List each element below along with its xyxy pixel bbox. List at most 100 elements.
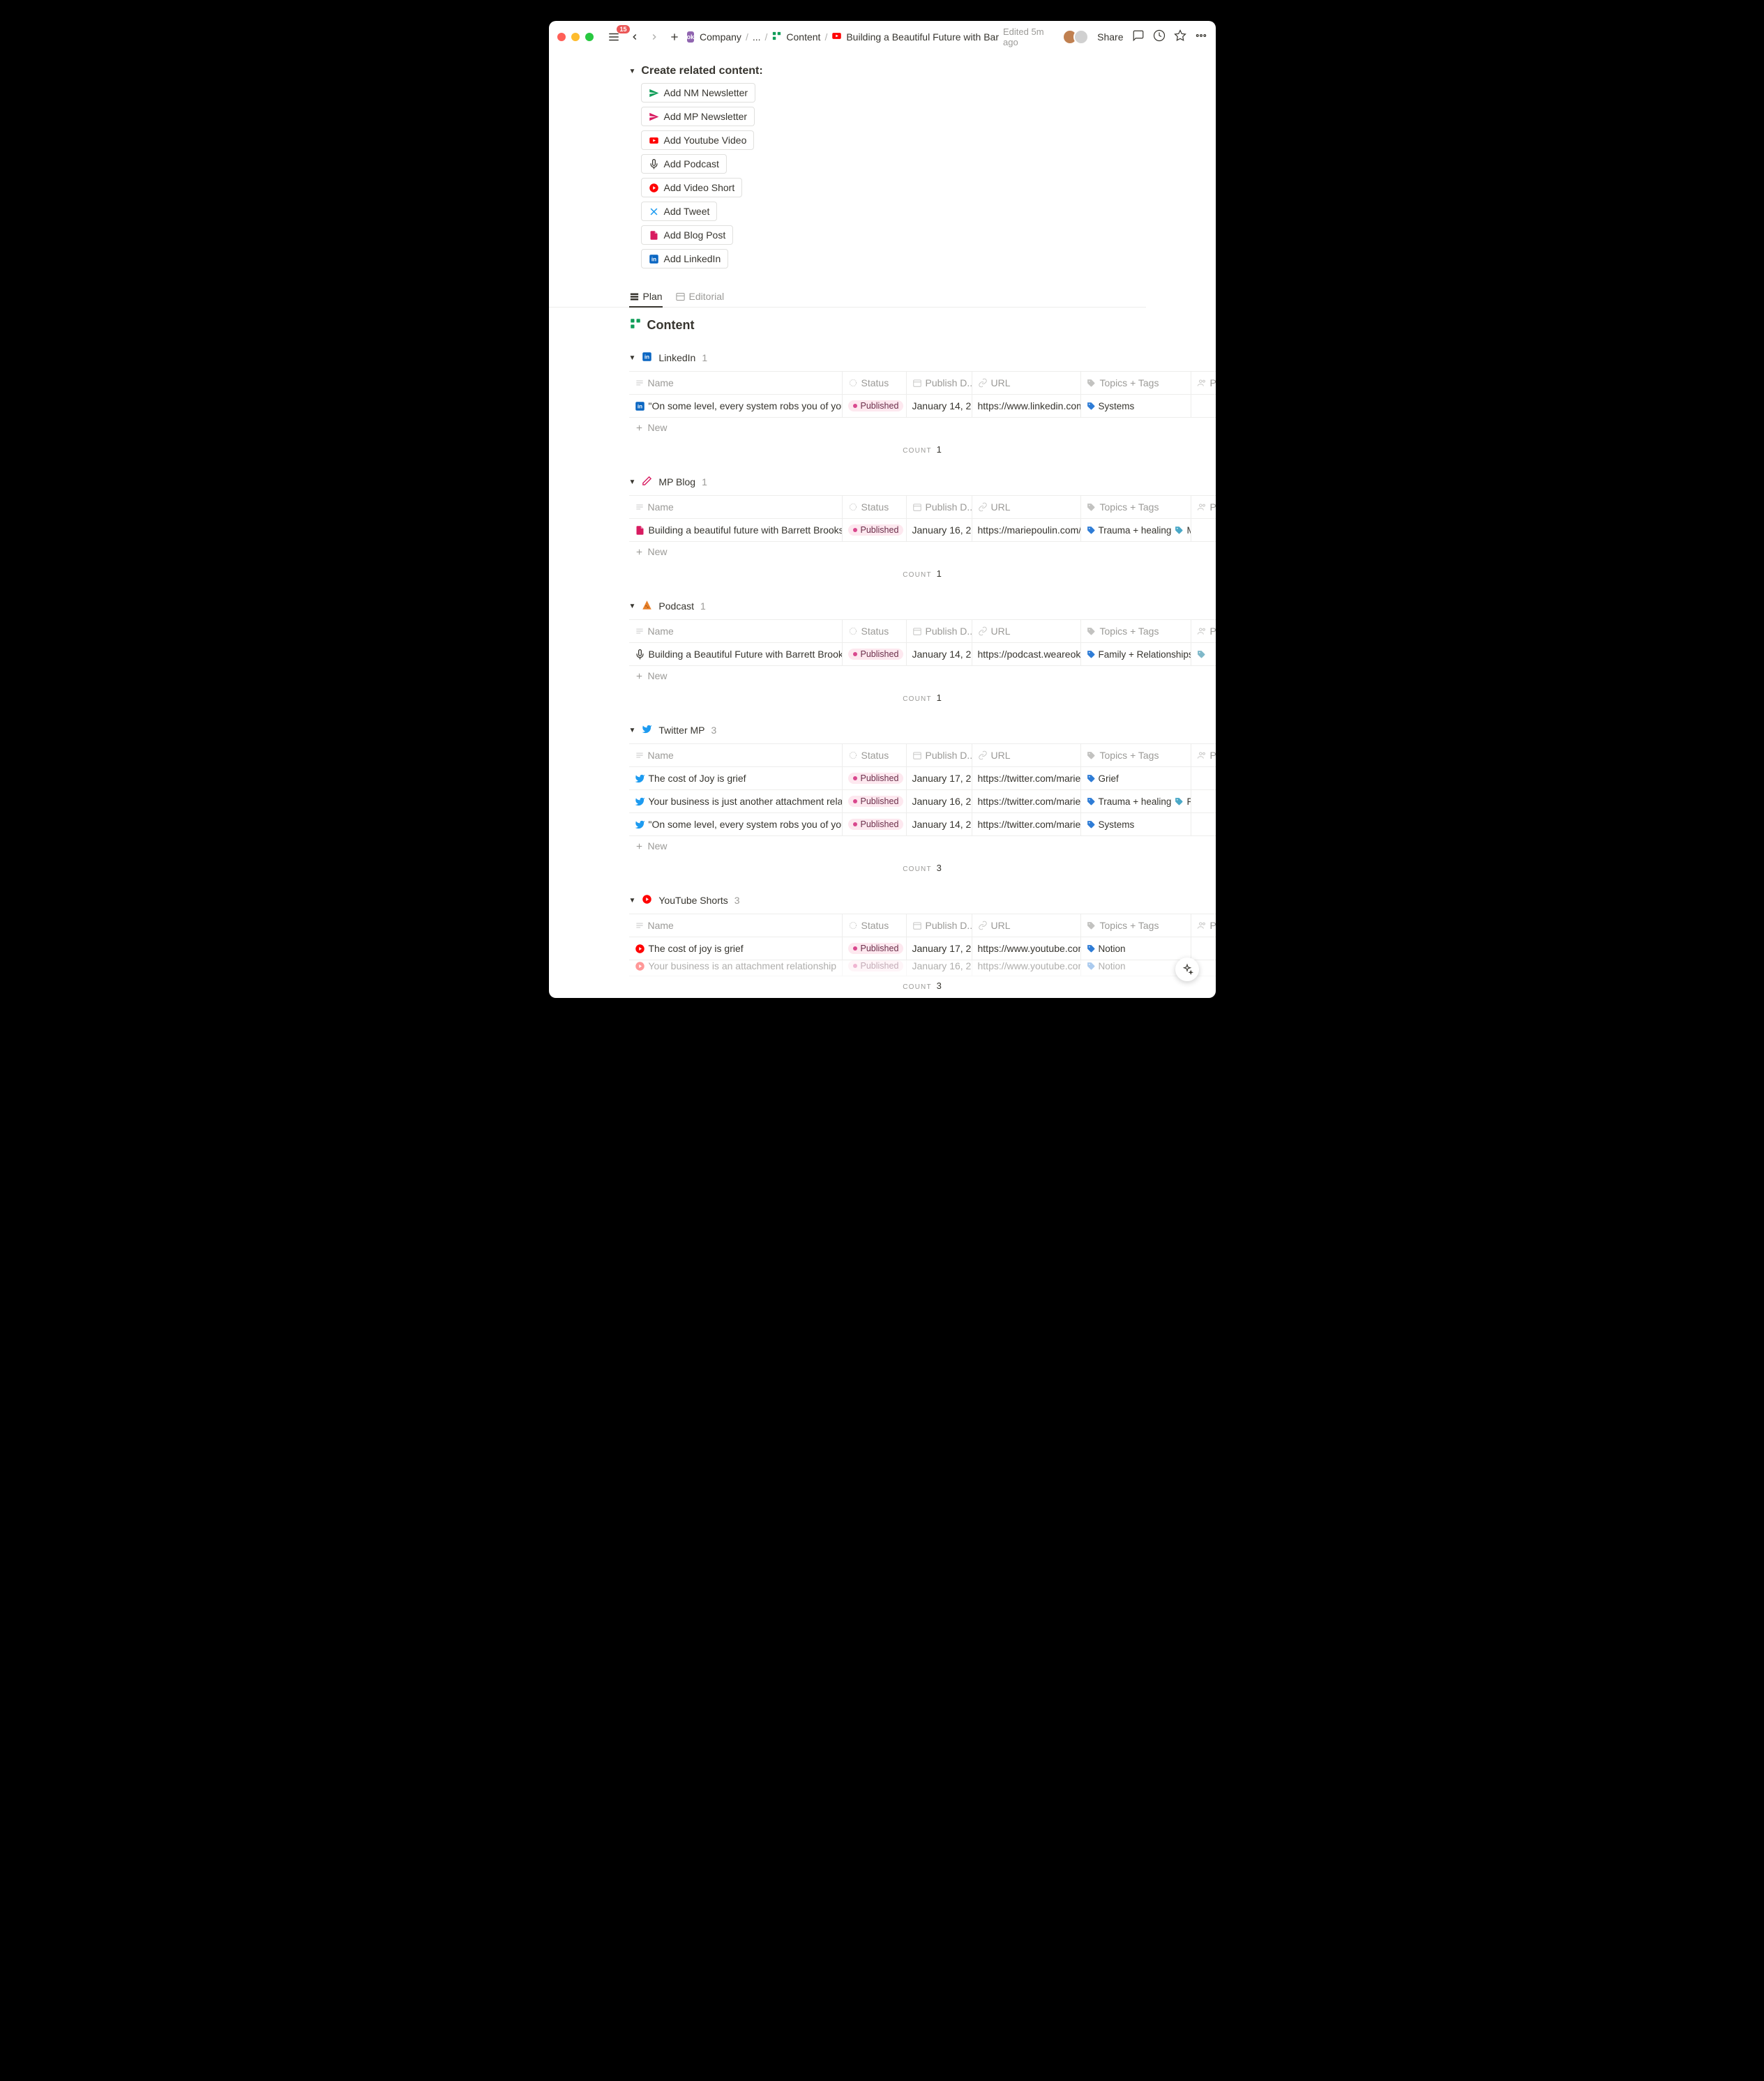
add-button-add-video-short[interactable]: Add Video Short xyxy=(641,178,743,197)
add-button-add-tweet[interactable]: Add Tweet xyxy=(641,202,718,221)
row-title: The cost of Joy is grief xyxy=(649,773,746,784)
status-badge: Published xyxy=(848,400,904,411)
group-mp-blog: ▼ MP Blog 1 Name Status Publish D... URL… xyxy=(549,473,1216,586)
tag-item[interactable]: Notion xyxy=(1087,944,1126,954)
nav-back[interactable] xyxy=(627,31,642,43)
row-url[interactable]: https://podcast.weareokidoki. xyxy=(972,643,1081,665)
add-button-label: Add LinkedIn xyxy=(664,253,721,264)
tag-item[interactable]: Systems xyxy=(1087,401,1135,411)
group-header[interactable]: ▼ MP Blog 1 xyxy=(629,473,1216,491)
row-url[interactable]: https://www.linkedin.com/pos xyxy=(972,395,1081,417)
add-button-add-podcast[interactable]: Add Podcast xyxy=(641,154,727,174)
row-date: January 17, 202 xyxy=(907,937,972,960)
row-date: January 16, 202 xyxy=(907,519,972,541)
favorite-button[interactable] xyxy=(1174,29,1186,44)
chevron-down-icon: ▼ xyxy=(629,354,636,362)
new-row-button[interactable]: New xyxy=(629,418,1216,437)
chevron-down-icon: ▼ xyxy=(629,727,636,734)
title-prop-icon xyxy=(635,921,644,930)
updates-button[interactable] xyxy=(1153,29,1166,44)
group-header[interactable]: ▼ YouTube Shorts 3 xyxy=(629,891,1216,909)
topbar: 15 ok Company / ... / Content / Building… xyxy=(549,21,1216,52)
database-title[interactable]: Content xyxy=(549,308,1216,338)
new-row-button[interactable]: New xyxy=(629,836,1216,856)
table-row[interactable]: Building a beautiful future with Barrett… xyxy=(629,519,1216,542)
tag-item[interactable]: Grief xyxy=(1087,773,1119,784)
group-header[interactable]: ▼ in LinkedIn 1 xyxy=(629,349,1216,367)
add-button-add-blog-post[interactable]: Add Blog Post xyxy=(641,225,734,245)
new-row-button[interactable]: New xyxy=(629,542,1216,561)
breadcrumb-content[interactable]: Content xyxy=(786,31,820,43)
status-badge: Published xyxy=(848,773,904,784)
group-count: 1 xyxy=(700,600,706,612)
table-row[interactable]: The cost of joy is grief Published Janua… xyxy=(629,937,1216,960)
tag-item[interactable]: Fam xyxy=(1175,796,1191,807)
tag-item[interactable]: Family + Relationships xyxy=(1087,649,1191,660)
row-url[interactable]: https://twitter.com/mariepouli xyxy=(972,767,1081,789)
edited-label: Edited 5m ago xyxy=(1003,27,1054,47)
add-button-add-mp-newsletter[interactable]: Add MP Newsletter xyxy=(641,107,755,126)
tag-item[interactable]: Me xyxy=(1175,525,1191,536)
table-row[interactable]: Your business is just another attachment… xyxy=(629,790,1216,813)
breadcrumb-company[interactable]: Company xyxy=(700,31,741,43)
minimize-window[interactable] xyxy=(571,33,580,41)
title-prop-icon xyxy=(635,750,644,760)
row-url[interactable]: https://twitter.com/mariepouli xyxy=(972,790,1081,812)
row-title: Your business is just another attachment… xyxy=(649,796,843,807)
status-prop-icon xyxy=(848,921,858,930)
row-extra: B xyxy=(1191,643,1216,665)
count-footer: COUNT 1 xyxy=(629,686,1216,710)
sidebar-toggle[interactable]: 15 xyxy=(605,29,623,45)
nav-forward[interactable] xyxy=(647,31,662,43)
comments-button[interactable] xyxy=(1132,29,1145,44)
maximize-window[interactable] xyxy=(585,33,594,41)
row-url[interactable]: https://www.youtube.com/sho xyxy=(972,937,1081,960)
tab-plan[interactable]: Plan xyxy=(629,287,663,307)
play-circle-icon xyxy=(649,183,659,193)
url-prop-icon xyxy=(978,378,988,388)
status-prop-icon xyxy=(848,378,858,388)
new-page-button[interactable] xyxy=(666,30,683,44)
tag-item[interactable]: Systems xyxy=(1087,819,1135,830)
play-circle-icon xyxy=(635,944,645,954)
svg-text:in: in xyxy=(637,403,642,409)
add-button-add-nm-newsletter[interactable]: Add NM Newsletter xyxy=(641,83,756,103)
breadcrumb-page[interactable]: Building a Beautiful Future with Bar... xyxy=(846,31,999,43)
group-header[interactable]: ▼ Twitter MP 3 xyxy=(629,721,1216,739)
content-db-icon xyxy=(629,317,642,333)
tag-item[interactable]: Trauma + healing xyxy=(1087,796,1172,807)
add-button-label: Add NM Newsletter xyxy=(664,87,748,98)
date-prop-icon xyxy=(912,378,922,388)
presence-avatars[interactable] xyxy=(1062,29,1089,45)
share-button[interactable]: Share xyxy=(1097,31,1123,43)
add-button-add-linkedin[interactable]: inAdd LinkedIn xyxy=(641,249,729,268)
ai-fab[interactable] xyxy=(1175,958,1199,981)
breadcrumb-ellipsis[interactable]: ... xyxy=(753,31,761,43)
row-tags: Notion xyxy=(1081,937,1191,960)
table-row[interactable]: "On some level, every system robs you of… xyxy=(629,813,1216,836)
tag-item[interactable]: Trauma + healing xyxy=(1087,525,1172,536)
table-row[interactable]: Building a Beautiful Future with Barrett… xyxy=(629,643,1216,666)
mic-icon xyxy=(649,159,659,169)
table-row[interactable]: The cost of Joy is grief Published Janua… xyxy=(629,767,1216,790)
close-window[interactable] xyxy=(557,33,566,41)
group-twitter-mp: ▼ Twitter MP 3 Name Status Publish D... … xyxy=(549,721,1216,880)
new-row-button[interactable]: New xyxy=(629,666,1216,686)
group-count: 3 xyxy=(711,725,717,736)
more-button[interactable] xyxy=(1195,29,1207,44)
table-row-truncated: Your business is an attachment relations… xyxy=(629,960,1216,976)
status-badge: Published xyxy=(848,796,904,807)
create-content-toggle[interactable]: ▼ Create related content: xyxy=(549,65,1216,83)
row-url[interactable]: https://mariepoulin.com/blog/ xyxy=(972,519,1081,541)
add-button-add-youtube-video[interactable]: Add Youtube Video xyxy=(641,130,755,150)
pen-icon xyxy=(642,476,652,488)
table-row[interactable]: in"On some level, every system robs you … xyxy=(629,395,1216,418)
row-title: Building a beautiful future with Barrett… xyxy=(649,524,843,536)
linkedin-icon: in xyxy=(635,401,645,411)
row-url[interactable]: https://twitter.com/mariepouli xyxy=(972,813,1081,835)
tab-editorial[interactable]: Editorial xyxy=(675,287,725,307)
date-prop-icon xyxy=(912,626,922,636)
url-prop-icon xyxy=(978,502,988,512)
group-header[interactable]: ▼ Podcast 1 xyxy=(629,597,1216,615)
tag-item[interactable] xyxy=(1197,650,1206,659)
